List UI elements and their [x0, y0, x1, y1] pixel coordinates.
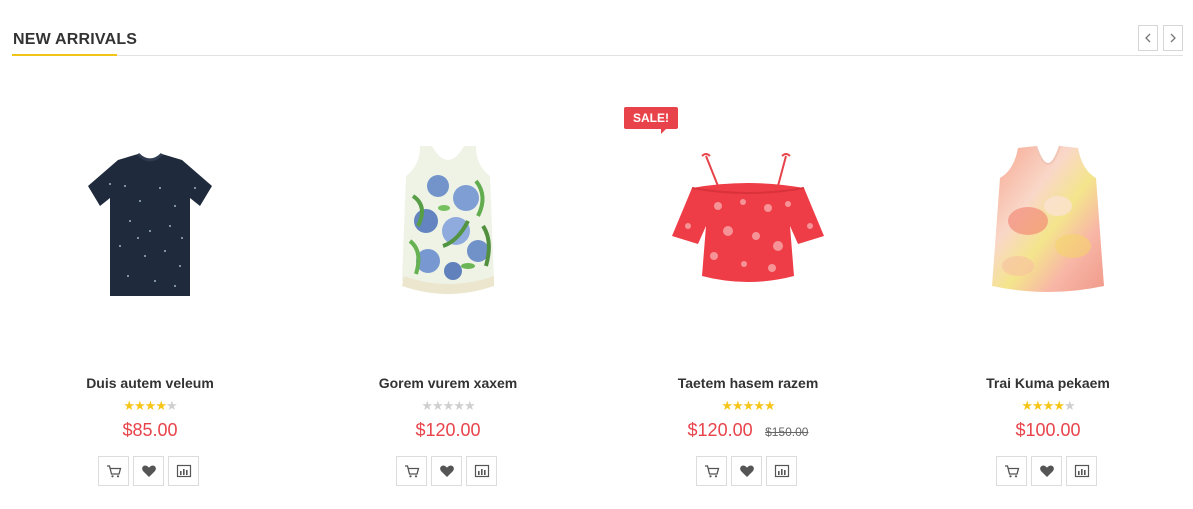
star-icon: ★ — [123, 398, 135, 413]
price-row: $100.00 — [898, 420, 1193, 441]
star-icon: ★ — [732, 398, 744, 413]
chevron-left-icon — [1145, 33, 1151, 43]
compare-icon — [176, 464, 191, 478]
product-actions — [696, 456, 797, 486]
star-icon: ★ — [753, 398, 765, 413]
star-icon: ★ — [763, 398, 776, 413]
star-icon: ★ — [165, 398, 178, 413]
add-to-cart-button[interactable] — [996, 456, 1027, 486]
compare-button[interactable] — [466, 456, 497, 486]
old-price: $150.00 — [765, 425, 809, 439]
star-icon: ★ — [144, 398, 157, 413]
compare-button[interactable] — [1066, 456, 1097, 486]
compare-button[interactable] — [168, 456, 199, 486]
compare-icon — [474, 464, 489, 478]
product-actions — [98, 456, 199, 486]
heart-icon — [141, 465, 156, 477]
star-icon: ★ — [1021, 398, 1033, 413]
product-name[interactable]: Trai Kuma pekaem — [898, 375, 1193, 391]
product-list: Duis autem veleum ★★★★★ $85.00 Gorem vur… — [0, 56, 1193, 509]
cart-icon — [1004, 465, 1019, 478]
tank-top-image — [402, 146, 494, 294]
product-image[interactable] — [648, 126, 848, 326]
wishlist-button[interactable] — [133, 456, 164, 486]
product-card: Gorem vurem xaxem ★★★★★ $120.00 — [298, 56, 598, 509]
star-icon: ★ — [442, 398, 455, 413]
product-name[interactable]: Gorem vurem xaxem — [298, 375, 598, 391]
wishlist-button[interactable] — [431, 456, 462, 486]
compare-icon — [774, 464, 789, 478]
product-actions — [396, 456, 497, 486]
cart-icon — [404, 465, 419, 478]
star-rating: ★★★★★ — [298, 398, 598, 414]
product-card: Duis autem veleum ★★★★★ $85.00 — [0, 56, 300, 509]
star-icon: ★ — [1042, 398, 1055, 413]
star-icon: ★ — [432, 398, 444, 413]
price-row: $120.00 $150.00 — [598, 420, 898, 441]
wishlist-button[interactable] — [1031, 456, 1062, 486]
star-icon: ★ — [155, 398, 167, 413]
star-rating: ★★★★★ — [598, 398, 898, 414]
chevron-right-icon — [1170, 33, 1176, 43]
carousel-next-button[interactable] — [1163, 25, 1183, 51]
section-header: NEW ARRIVALS — [12, 0, 1183, 56]
section-title: NEW ARRIVALS — [13, 31, 138, 48]
price-row: $120.00 — [298, 420, 598, 441]
product-card: SALE! Taetem hasem razem ★★★★★ $120.00 $… — [598, 56, 898, 509]
price: $120.00 — [687, 420, 753, 440]
cart-icon — [704, 465, 719, 478]
star-rating: ★★★★★ — [0, 398, 300, 414]
wishlist-button[interactable] — [731, 456, 762, 486]
product-actions — [996, 456, 1097, 486]
price-row: $85.00 — [0, 420, 300, 441]
add-to-cart-button[interactable] — [696, 456, 727, 486]
star-icon: ★ — [134, 398, 146, 413]
compare-icon — [1074, 464, 1089, 478]
product-name[interactable]: Duis autem veleum — [0, 375, 300, 391]
star-icon: ★ — [721, 398, 733, 413]
product-image[interactable] — [50, 126, 250, 326]
price: $100.00 — [1015, 420, 1081, 440]
carousel-prev-button[interactable] — [1138, 25, 1158, 51]
star-icon: ★ — [463, 398, 476, 413]
add-to-cart-button[interactable] — [98, 456, 129, 486]
star-icon: ★ — [1053, 398, 1065, 413]
star-icon: ★ — [1063, 398, 1076, 413]
sleeveless-top-image — [992, 145, 1104, 292]
cart-icon — [106, 465, 121, 478]
price: $120.00 — [415, 420, 481, 440]
star-rating: ★★★★★ — [898, 398, 1193, 414]
heart-icon — [439, 465, 454, 477]
product-image[interactable] — [948, 126, 1148, 326]
star-icon: ★ — [453, 398, 465, 413]
heart-icon — [1039, 465, 1054, 477]
product-image[interactable] — [348, 126, 548, 326]
add-to-cart-button[interactable] — [396, 456, 427, 486]
compare-button[interactable] — [766, 456, 797, 486]
star-icon: ★ — [742, 398, 755, 413]
star-icon: ★ — [421, 398, 433, 413]
price: $85.00 — [122, 420, 178, 440]
off-shoulder-top-image — [672, 153, 824, 282]
product-card: Trai Kuma pekaem ★★★★★ $100.00 — [898, 56, 1193, 509]
tshirt-image — [88, 152, 212, 296]
star-icon: ★ — [1032, 398, 1044, 413]
heart-icon — [739, 465, 754, 477]
product-name[interactable]: Taetem hasem razem — [598, 375, 898, 391]
